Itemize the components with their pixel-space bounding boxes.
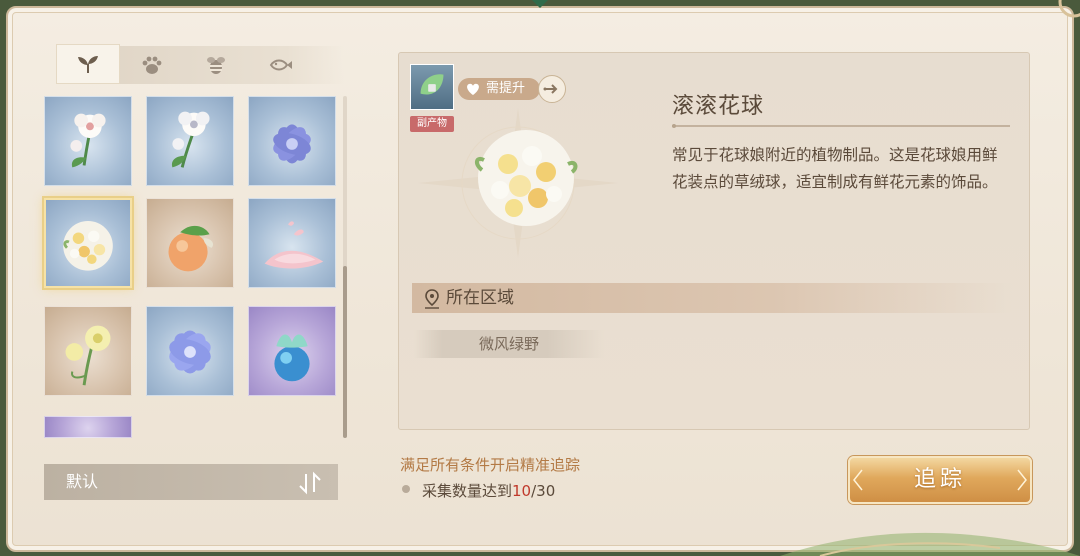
purple-flower-icon (273, 124, 311, 164)
corner-ornament-icon (1058, 0, 1080, 18)
top-ornament-icon (532, 0, 548, 8)
category-tabs (56, 44, 344, 84)
tab-insects[interactable] (184, 46, 248, 84)
leaf-gem-icon (420, 74, 444, 95)
button-ornament-left-icon (853, 469, 863, 491)
tab-animals[interactable] (120, 46, 184, 84)
item-cell-white-flower-2[interactable] (146, 96, 234, 186)
tracking-condition-title: 满足所有条件开启精准追踪 (400, 456, 581, 474)
item-cell-pink-petals[interactable] (248, 198, 336, 288)
upgrade-arrow-button[interactable] (538, 75, 566, 103)
white-flower-icon (70, 113, 106, 168)
item-description: 常见于花球娘附近的植物制品。这是花球娘用鲜花装点的草绒球，适宜制成有鲜花元素的饰… (672, 146, 998, 191)
paw-icon (142, 56, 162, 74)
glow-bud-icon (274, 334, 310, 382)
bee-icon (207, 57, 225, 74)
sort-selector[interactable]: 默认 (44, 464, 338, 500)
button-ornament-right-icon (1017, 469, 1027, 491)
grid-scroll-thumb[interactable] (343, 266, 347, 438)
item-cell-glow-bud[interactable] (248, 306, 336, 396)
item-showcase-image (418, 108, 618, 258)
bottom-leaf-decoration-icon (780, 532, 1080, 556)
pink-petals-icon (264, 221, 324, 269)
track-button-label: 追踪 (913, 467, 966, 492)
need-upgrade-label: 需提升 (486, 81, 526, 96)
item-cell-purple-flower[interactable] (248, 96, 336, 186)
tab-plants[interactable] (56, 44, 120, 84)
title-divider (672, 124, 1010, 128)
area-header-label: 所在区域 (446, 288, 514, 308)
condition-current: 10 (512, 482, 532, 500)
item-cell-white-flower-1[interactable] (44, 96, 132, 186)
item-cell-yellow-flower[interactable] (44, 306, 132, 396)
item-cell-blue-flower[interactable] (146, 306, 234, 396)
flower-ball-icon (63, 221, 113, 271)
sort-label: 默认 (66, 472, 99, 491)
condition-prefix: 采集数量达到 (422, 482, 513, 500)
condition-target: 30 (536, 482, 556, 500)
item-cell-orange-fruit[interactable] (146, 198, 234, 288)
region-chip[interactable]: 微风绿野 (414, 330, 604, 358)
blue-flower-icon (169, 330, 211, 374)
sort-toggle-icon[interactable] (296, 470, 324, 496)
yellow-flower-icon (65, 325, 111, 386)
orange-fruit-icon (168, 225, 214, 272)
arrow-right-icon (543, 84, 558, 94)
tab-fish[interactable] (248, 46, 312, 84)
byproduct-thumbnail[interactable] (410, 64, 454, 110)
sprout-icon (78, 56, 98, 73)
white-flower-icon (171, 111, 210, 168)
location-pin-icon (425, 289, 439, 309)
item-cell-partial[interactable] (44, 416, 132, 438)
fish-icon (269, 59, 292, 71)
heart-hands-icon (467, 83, 479, 95)
item-title: 滚滚花球 (672, 94, 765, 119)
partial-item-icon (45, 417, 131, 437)
item-cell-flower-ball[interactable] (44, 198, 132, 288)
condition-item: 采集数量达到10/30 (422, 480, 555, 501)
condition-bullet (402, 485, 410, 493)
track-button[interactable]: 追踪 (848, 456, 1032, 504)
